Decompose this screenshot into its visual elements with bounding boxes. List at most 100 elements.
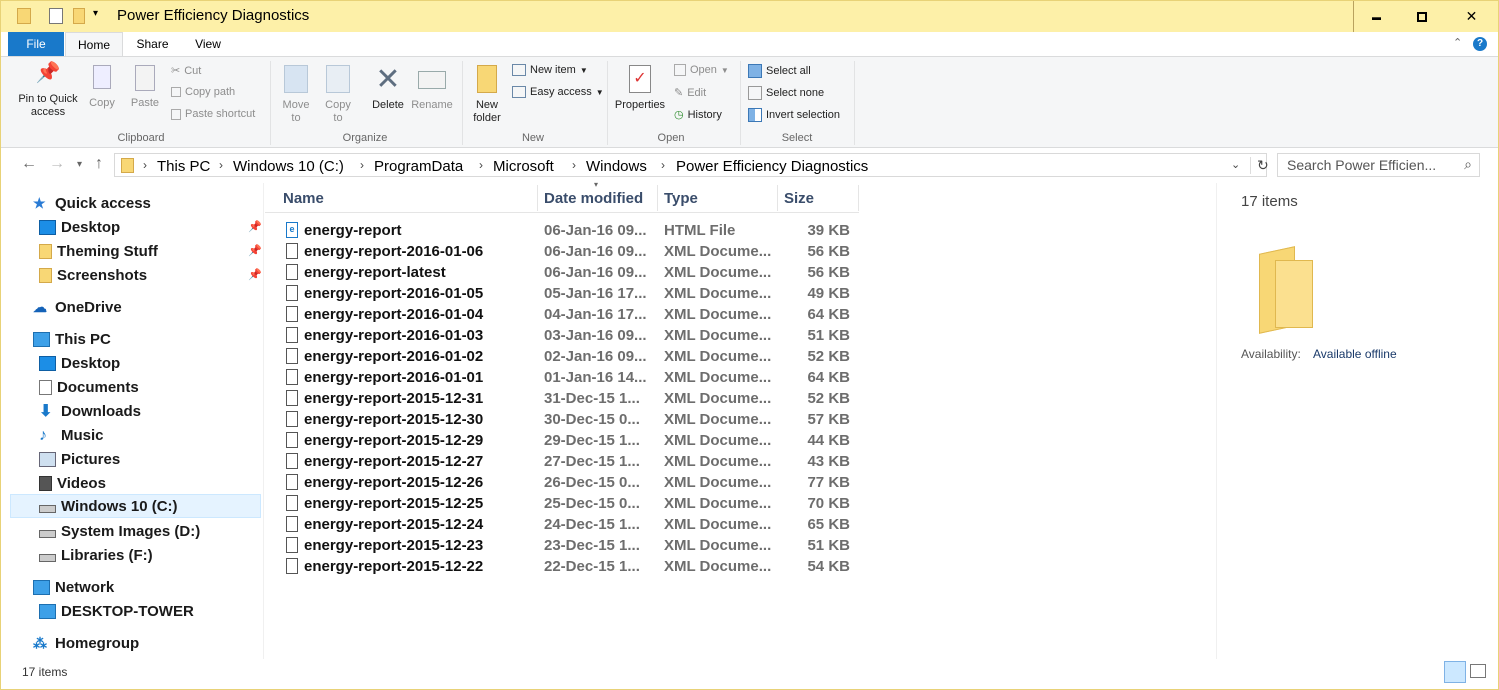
breadcrumb-current-folder[interactable]: Power Efficiency Diagnostics [676, 158, 868, 175]
up-arrow-icon[interactable]: ↑ [95, 155, 103, 173]
tab-share[interactable]: Share [125, 32, 180, 56]
nav-item-theming-stuff[interactable]: Theming Stuff [39, 240, 158, 262]
breadcrumb-separator[interactable]: › [661, 158, 665, 172]
file-row[interactable]: energy-report-2015-12-29 29-Dec-15 1... XM… [281, 430, 859, 451]
address-bar[interactable]: › This PC › Windows 10 (C:) › ProgramDat… [114, 153, 1269, 177]
delete-button[interactable]: ✕ Delete [369, 65, 407, 112]
breadcrumb-separator[interactable]: › [143, 158, 147, 172]
easy-access-button[interactable]: Easy access ▼ [512, 86, 604, 98]
nav-item-desktop-tower[interactable]: DESKTOP-TOWER [39, 600, 194, 622]
column-header-date-modified[interactable]: Date modified [538, 187, 657, 213]
copy-button[interactable]: Copy [87, 65, 117, 110]
rename-button[interactable]: Rename [410, 65, 454, 112]
nav-item-downloads[interactable]: ⬇ Downloads [39, 400, 141, 422]
file-row[interactable]: energy-report-2016-01-06 06-Jan-16 09... X… [281, 241, 859, 262]
back-arrow-icon[interactable]: ← [21, 155, 37, 173]
edit-button[interactable]: ✎ Edit [674, 86, 706, 100]
refresh-icon[interactable]: ↻ [1250, 157, 1269, 174]
close-button[interactable]: ✕ [1445, 1, 1498, 32]
file-row[interactable]: energy-report-2015-12-31 31-Dec-15 1... XM… [281, 388, 859, 409]
properties-icon[interactable] [49, 8, 63, 24]
file-row[interactable]: energy-report-2015-12-27 27-Dec-15 1... XM… [281, 451, 859, 472]
file-row[interactable]: energy-report-2016-01-01 01-Jan-16 14... X… [281, 367, 859, 388]
chevron-down-icon[interactable]: ⌄ [1231, 158, 1240, 171]
tab-file[interactable]: File [8, 32, 64, 56]
breadcrumb-separator[interactable]: › [479, 158, 483, 172]
nav-homegroup[interactable]: ⁂ Homegroup [33, 632, 139, 654]
nav-item-desktop-pinned[interactable]: Desktop [39, 216, 120, 238]
file-row[interactable]: energy-report-2015-12-25 25-Dec-15 0... XM… [281, 493, 859, 514]
column-header-type[interactable]: Type [658, 187, 777, 213]
history-button[interactable]: ◷ History [674, 108, 722, 122]
file-date-modified: 24-Dec-15 1... [544, 516, 640, 533]
customize-toolbar-icon[interactable]: ▾ [93, 8, 98, 24]
breadcrumb-microsoft[interactable]: Microsoft [493, 158, 554, 175]
large-icons-view-icon[interactable] [1470, 664, 1486, 678]
file-row[interactable]: energy-report-2016-01-04 04-Jan-16 17... X… [281, 304, 859, 325]
file-row[interactable]: energy-report-2015-12-26 26-Dec-15 0... XM… [281, 472, 859, 493]
file-row[interactable]: energy-report-2015-12-23 23-Dec-15 1... XM… [281, 535, 859, 556]
column-header-size[interactable]: Size [778, 187, 858, 213]
pin-to-quick-access-button[interactable]: 📌 Pin to Quick access [13, 63, 83, 119]
select-all-icon [748, 64, 762, 78]
file-name: energy-report-2015-12-26 [304, 474, 484, 491]
file-date-modified: 02-Jan-16 09... [544, 348, 647, 365]
details-view-icon[interactable] [1444, 661, 1466, 683]
properties-button[interactable]: ✓ Properties [613, 65, 667, 112]
breadcrumb-windows[interactable]: Windows [586, 158, 647, 175]
minimize-button[interactable]: ▬ [1353, 1, 1399, 32]
select-none-button[interactable]: Select none [748, 86, 824, 100]
file-row[interactable]: energy-report-latest 06-Jan-16 09... XML D… [281, 262, 859, 283]
file-row[interactable]: energy-report-2016-01-02 02-Jan-16 09... X… [281, 346, 859, 367]
column-header-name[interactable]: Name [277, 187, 537, 213]
select-all-button[interactable]: Select all [748, 64, 811, 78]
copy-to-button[interactable]: Copy to [321, 65, 355, 125]
paste-shortcut-button[interactable]: Paste shortcut [171, 108, 255, 120]
forward-arrow-icon[interactable]: → [49, 155, 65, 173]
breadcrumb-programdata[interactable]: ProgramData [374, 158, 463, 175]
xml-file-icon [286, 432, 298, 448]
nav-network[interactable]: Network [33, 576, 114, 598]
file-row[interactable]: energy-report-2015-12-30 30-Dec-15 0... XM… [281, 409, 859, 430]
collapse-ribbon-icon[interactable]: ⌃ [1453, 36, 1462, 49]
new-folder-button[interactable]: New folder [467, 65, 507, 125]
column-divider[interactable] [858, 185, 859, 211]
new-item-button[interactable]: New item ▼ [512, 64, 588, 76]
nav-item-pictures[interactable]: Pictures [39, 448, 120, 470]
maximize-button[interactable] [1399, 1, 1445, 32]
tab-view[interactable]: View [182, 32, 234, 56]
file-row[interactable]: energy-report-2015-12-24 24-Dec-15 1... XM… [281, 514, 859, 535]
invert-selection-button[interactable]: Invert selection [748, 108, 840, 122]
help-icon[interactable]: ? [1473, 37, 1487, 51]
file-row[interactable]: energy-report-2016-01-05 05-Jan-16 17... X… [281, 283, 859, 304]
breadcrumb-windows-10[interactable]: Windows 10 (C:) [233, 158, 344, 175]
nav-item-screenshots[interactable]: Screenshots [39, 264, 147, 286]
nav-item-documents[interactable]: Documents [39, 376, 139, 398]
file-row[interactable]: energy-report-2015-12-22 22-Dec-15 1... XM… [281, 556, 859, 577]
cut-button[interactable]: ✂ Cut [171, 64, 201, 78]
paste-button[interactable]: Paste [128, 65, 162, 110]
nav-onedrive[interactable]: ☁ OneDrive [33, 296, 122, 318]
nav-item-system-images-d[interactable]: System Images (D:) [39, 520, 200, 542]
tab-home[interactable]: Home [65, 32, 123, 56]
copy-path-button[interactable]: Copy path [171, 86, 235, 98]
file-row[interactable]: e energy-report 06-Jan-16 09... HTML File 39… [281, 220, 859, 241]
nav-item-music[interactable]: ♪ Music [39, 424, 104, 446]
nav-item-desktop[interactable]: Desktop [39, 352, 120, 374]
nav-item-videos[interactable]: Videos [39, 472, 106, 494]
recent-locations-icon[interactable]: ▾ [77, 159, 82, 170]
search-input[interactable]: Search Power Efficien... ⌕ [1277, 153, 1480, 177]
breadcrumb-separator[interactable]: › [360, 158, 364, 172]
new-folder-icon[interactable] [73, 8, 85, 24]
nav-this-pc[interactable]: This PC [33, 328, 111, 350]
move-to-button[interactable]: Move to [279, 65, 313, 125]
nav-item-windows-10-c[interactable]: Windows 10 (C:) [39, 495, 178, 517]
breadcrumb-separator[interactable]: › [219, 158, 223, 172]
nav-quick-access[interactable]: ★ Quick access [33, 192, 151, 214]
nav-item-libraries-f[interactable]: Libraries (F:) [39, 544, 153, 566]
open-button[interactable]: Open ▼ [674, 64, 729, 76]
breadcrumb-this-pc[interactable]: This PC [157, 158, 210, 175]
breadcrumb-separator[interactable]: › [572, 158, 576, 172]
file-row[interactable]: energy-report-2016-01-03 03-Jan-16 09... X… [281, 325, 859, 346]
window-title: Power Efficiency Diagnostics [117, 7, 310, 24]
